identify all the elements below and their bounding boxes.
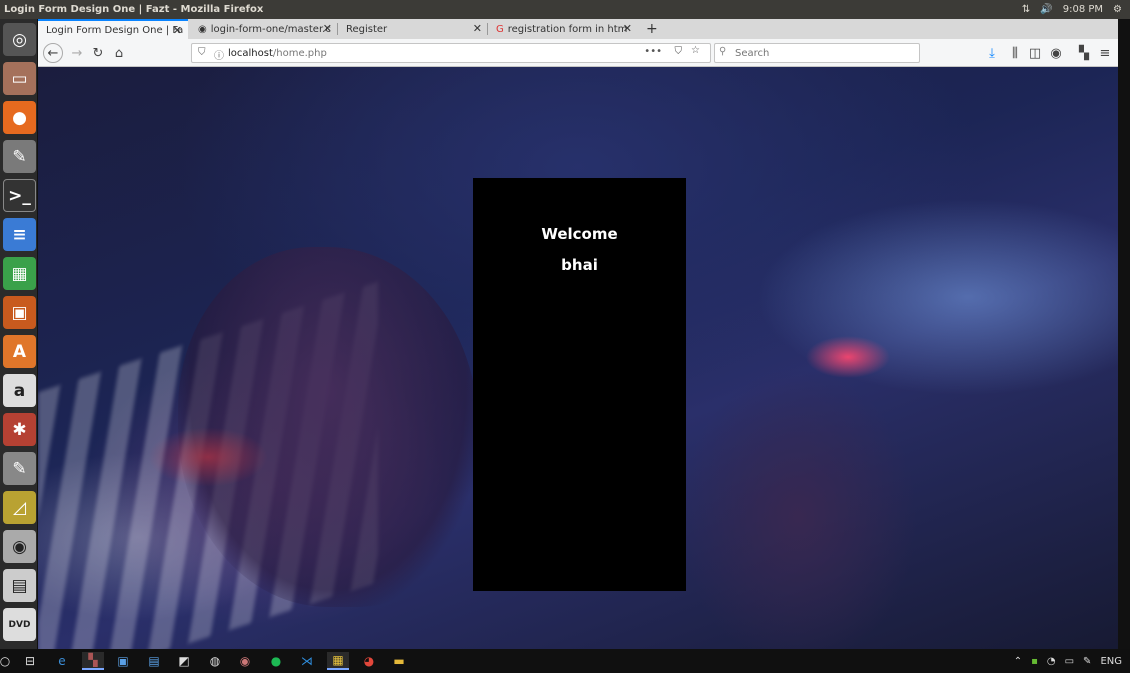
photos-icon[interactable]: ◩ (173, 652, 195, 670)
extensions-icon[interactable]: ▚ (1073, 43, 1095, 63)
dvd-icon[interactable]: DVD (3, 608, 36, 641)
close-icon[interactable]: ✕ (473, 22, 482, 35)
obs-icon[interactable]: ◉ (234, 652, 256, 670)
sidebar-icon[interactable]: ◫ (1024, 43, 1046, 63)
chevron-up-icon[interactable]: ⌃ (1014, 656, 1022, 667)
impress-icon[interactable]: ▣ (3, 296, 36, 329)
url-path: /home.php (272, 47, 327, 59)
new-tab-button[interactable]: + (642, 19, 664, 39)
background-hand-image (678, 367, 918, 649)
pocket-icon[interactable]: ⛉ (675, 46, 683, 57)
terminal-icon[interactable]: >_ (3, 179, 36, 212)
task-view-icon[interactable]: ⊟ (19, 652, 41, 670)
tab-label: login-form-one/master.c (210, 23, 331, 35)
navigation-bar: ← → ↻ ⌂ ⛉ ⓘ localhost/home.php ••• ⛉ ☆ ⚲… (38, 39, 1118, 67)
gear-icon[interactable]: ⚙ (1113, 4, 1122, 15)
edge-icon[interactable]: e (51, 652, 73, 670)
network-icon[interactable]: ⇅ (1022, 4, 1030, 15)
home-button[interactable]: ⌂ (108, 43, 130, 63)
tab-registration-form[interactable]: G registration form in htm ✕ (488, 19, 638, 39)
virtualbox-icon[interactable]: ▦ (327, 652, 349, 670)
background-glow (148, 427, 268, 487)
calc-icon[interactable]: ▦ (3, 257, 36, 290)
vscode-icon[interactable]: ⋊ (296, 652, 318, 670)
account-icon[interactable]: ◉ (1045, 43, 1067, 63)
forward-button[interactable]: → (66, 43, 88, 63)
spotify-icon[interactable]: ● (265, 652, 287, 670)
taskbar: ○ ⊟ e ▚ ▣ ▤ ◩ ◍ ◉ ● ⋊ ▦ ◕ ▬ ⌃ ▪ ◔ ▭ ✎ EN… (0, 649, 1130, 673)
url-host: localhost (228, 47, 273, 59)
search-icon: ⚲ (719, 46, 727, 57)
window-title: Login Form Design One | Fazt - Mozilla F… (4, 4, 264, 15)
github-icon: ◉ (198, 23, 207, 35)
wifi-icon[interactable]: ◔ (1047, 656, 1056, 667)
ubuntu-dash-icon[interactable]: ◎ (3, 23, 36, 56)
welcome-card: Welcome bhai (473, 178, 686, 591)
settings-icon[interactable]: ✱ (3, 413, 36, 446)
app-icon[interactable]: ▚ (82, 652, 104, 670)
pen-icon[interactable]: ✎ (1083, 656, 1091, 667)
volume-icon[interactable]: 🔊 (1040, 4, 1052, 15)
chrome-icon[interactable]: ◕ (358, 652, 380, 670)
library-icon[interactable]: ⫼ (1004, 43, 1026, 63)
page-actions-icon[interactable]: ••• (644, 46, 662, 57)
system-top-bar: Login Form Design One | Fazt - Mozilla F… (0, 0, 1130, 19)
save-icon[interactable]: ▤ (3, 569, 36, 602)
nvidia-icon[interactable]: ▪ (1031, 656, 1038, 667)
tab-label: registration form in htm (507, 23, 628, 35)
tab-github[interactable]: ◉ login-form-one/master.c ✕ (190, 19, 338, 39)
tab-login-form[interactable]: Login Form Design One | Fa ✕ (38, 19, 188, 39)
launcher: ◎ ▭ ● ✎ >_ ≡ ▦ ▣ A a ✱ ✎ ◿ ◉ ▤ DVD (0, 19, 38, 649)
search-icon[interactable]: ○ (0, 652, 16, 670)
tab-label: Register (346, 23, 388, 35)
google-icon: G (496, 23, 504, 35)
tab-label: Login Form Design One | Fa (46, 24, 184, 36)
battery-icon[interactable]: ▭ (1065, 656, 1074, 667)
back-button[interactable]: ← (43, 43, 63, 63)
username-text: bhai (561, 256, 598, 274)
bookmark-star-icon[interactable]: ☆ (691, 45, 700, 56)
tab-register[interactable]: Register ✕ (338, 19, 488, 39)
close-icon[interactable]: ✕ (323, 22, 332, 35)
files-icon[interactable]: ▭ (3, 62, 36, 95)
software-center-icon[interactable]: A (3, 335, 36, 368)
url-bar[interactable]: ⛉ ⓘ localhost/home.php ••• ⛉ ☆ (191, 43, 711, 63)
tab-bar: Login Form Design One | Fa ✕ ◉ login-for… (38, 19, 1118, 39)
screenshot-icon[interactable]: ◉ (3, 530, 36, 563)
clock[interactable]: 9:08 PM (1063, 4, 1103, 15)
language-indicator[interactable]: ENG (1100, 656, 1122, 667)
disc-icon[interactable]: ◍ (204, 652, 226, 670)
close-icon[interactable]: ✕ (173, 24, 182, 37)
amazon-icon[interactable]: a (3, 374, 36, 407)
window-edge (1118, 19, 1130, 649)
info-icon[interactable]: ⓘ (214, 47, 224, 62)
writer-icon[interactable]: ≡ (3, 218, 36, 251)
firefox-icon[interactable]: ● (3, 101, 36, 134)
download-icon[interactable]: ⤓ (981, 43, 1003, 63)
folder-icon[interactable]: ▬ (388, 652, 410, 670)
text-editor-icon[interactable]: ✎ (3, 140, 36, 173)
media-icon[interactable]: ▤ (143, 652, 165, 670)
presentation-icon[interactable]: ◿ (3, 491, 36, 524)
search-input[interactable] (714, 43, 920, 63)
editor-icon[interactable]: ✎ (3, 452, 36, 485)
menu-icon[interactable]: ≡ (1094, 43, 1116, 63)
system-tray: ⌃ ▪ ◔ ▭ ✎ ENG (1014, 649, 1122, 673)
welcome-heading: Welcome (541, 225, 618, 243)
reload-button[interactable]: ↻ (87, 43, 109, 63)
store-icon[interactable]: ▣ (112, 652, 134, 670)
close-icon[interactable]: ✕ (623, 22, 632, 35)
shield-icon[interactable]: ⛉ (198, 47, 206, 58)
page-viewport: Welcome bhai (38, 67, 1118, 649)
